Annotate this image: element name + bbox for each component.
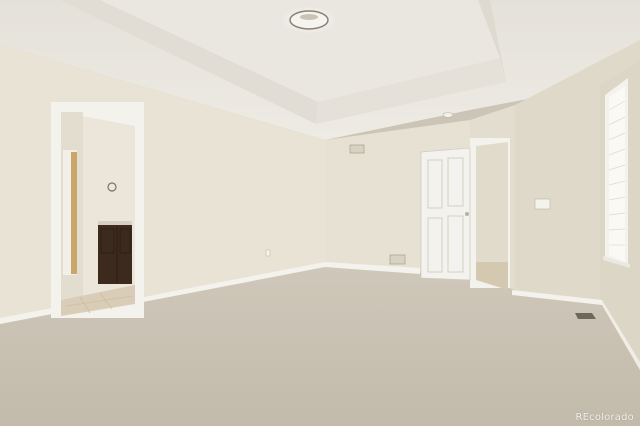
room-illustration — [0, 0, 640, 426]
wall-vent-lower — [389, 254, 406, 265]
closet-interior — [476, 142, 508, 262]
smoke-detector — [442, 112, 454, 118]
wall-outlet — [265, 249, 271, 257]
window-blinds — [609, 86, 625, 262]
door-knob-icon — [465, 212, 469, 216]
bathroom-inner-door-edge — [71, 152, 77, 274]
room-photo: REcolorado — [0, 0, 640, 426]
light-switch — [534, 198, 551, 210]
watermark-text: REcolorado — [575, 412, 634, 423]
wall-vent-upper — [349, 144, 365, 154]
ceiling-light-base — [300, 14, 318, 20]
